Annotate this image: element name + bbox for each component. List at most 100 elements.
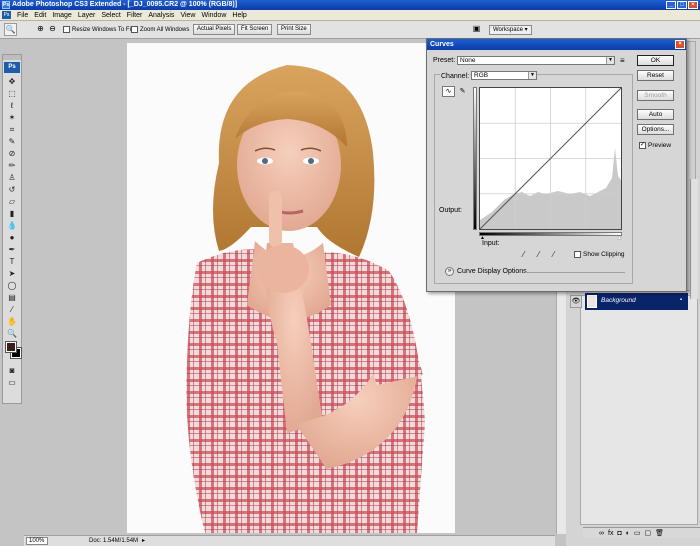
checkbox-box[interactable] <box>131 26 138 33</box>
show-clipping-checkbox[interactable]: Show Clipping <box>574 251 625 258</box>
panel-scrollbar[interactable] <box>690 179 698 299</box>
actual-pixels-button[interactable]: Actual Pixels <box>193 24 236 35</box>
maximize-button[interactable]: □ <box>677 1 687 9</box>
options-bar: 🔍 ⊕ ⊖ Resize Windows To Fit Zoom All Win… <box>0 21 700 39</box>
notes-tool-icon[interactable]: ▤ <box>6 292 18 303</box>
menu-layer[interactable]: Layer <box>75 10 99 21</box>
eyedropper-tool-icon[interactable]: ⁄ <box>6 304 18 315</box>
curves-graph[interactable] <box>479 87 622 230</box>
zoom-tool-preset-icon[interactable]: 🔍 <box>4 23 17 36</box>
reset-button[interactable]: Reset <box>637 70 674 81</box>
menu-select[interactable]: Select <box>98 10 123 21</box>
curve-point-tool-icon[interactable]: ∿ <box>442 86 455 97</box>
preset-select[interactable]: None ▼ <box>457 56 615 65</box>
resize-windows-checkbox[interactable]: Resize Windows To Fit <box>63 26 133 33</box>
toolbox-grip[interactable] <box>3 55 21 60</box>
chevron-down-icon: ▼ <box>528 72 536 79</box>
link-layers-icon[interactable]: ∞ <box>599 530 604 537</box>
curves-grid <box>479 87 622 230</box>
fit-screen-button[interactable]: Fit Screen <box>237 24 273 35</box>
black-eyedropper-icon[interactable]: ⁄ <box>523 250 524 259</box>
gray-eyedropper-icon[interactable]: ⁄ <box>538 250 539 259</box>
menu-analysis[interactable]: Analysis <box>145 10 177 21</box>
expand-options-icon[interactable]: » <box>445 267 454 276</box>
clone-stamp-icon[interactable]: ♙ <box>6 172 18 183</box>
output-gradient-bar <box>473 87 477 230</box>
zoom-all-windows-checkbox[interactable]: Zoom All Windows <box>131 26 189 33</box>
checkbox-box[interactable] <box>574 251 581 258</box>
checkbox-box-checked[interactable]: ✓ <box>639 142 646 149</box>
menu-file[interactable]: File <box>14 10 31 21</box>
curves-close-button[interactable]: × <box>675 40 685 49</box>
eraser-tool-icon[interactable]: ▱ <box>6 196 18 207</box>
close-button[interactable]: × <box>688 1 698 9</box>
preset-value: None <box>460 57 476 64</box>
status-menu-arrow-icon[interactable]: ▸ <box>142 536 145 546</box>
ps-menu-icon[interactable]: Ps <box>2 11 11 19</box>
move-tool-icon[interactable]: ✥ <box>6 76 18 87</box>
pen-tool-icon[interactable]: ✒ <box>6 244 18 255</box>
curves-title-bar[interactable]: Curves × <box>427 39 686 50</box>
new-layer-icon[interactable]: ▢ <box>645 529 652 537</box>
white-point-slider[interactable]: ▲ <box>617 235 622 241</box>
layer-style-icon[interactable]: fx <box>608 530 613 537</box>
menu-view[interactable]: View <box>177 10 198 21</box>
layers-footer: ∞ fx ◘ ◐ ▭ ▢ 🗑 <box>583 527 700 538</box>
lasso-tool-icon[interactable]: ℓ <box>6 100 18 111</box>
auto-button[interactable]: Auto <box>637 109 674 120</box>
preview-checkbox[interactable]: ✓ Preview <box>639 142 671 149</box>
zoom-out-icon[interactable]: ⊖ <box>46 23 59 36</box>
pencil-tool-icon[interactable]: ✎ <box>457 86 468 97</box>
path-selection-icon[interactable]: ➤ <box>6 268 18 279</box>
foreground-color-swatch[interactable] <box>5 341 17 353</box>
lock-icon: ▪ <box>679 297 682 303</box>
hand-tool-icon[interactable]: ✋ <box>6 316 18 327</box>
workspace-button[interactable]: Workspace ▾ <box>489 25 532 35</box>
options-divider <box>525 272 625 273</box>
smooth-button[interactable]: Smooth <box>637 90 674 101</box>
screen-mode-icon[interactable]: ▭ <box>6 377 18 388</box>
history-brush-icon[interactable]: ↺ <box>6 184 18 195</box>
workspace-icon[interactable]: ▣ <box>470 23 483 36</box>
quick-mask-icon[interactable]: ◙ <box>6 365 18 376</box>
ok-button[interactable]: OK <box>637 55 674 66</box>
options-button[interactable]: Options... <box>637 124 674 135</box>
zoom-tool-icon[interactable]: 🔍 <box>6 328 18 339</box>
zoom-level-field[interactable]: 100% <box>26 537 48 545</box>
slice-tool-icon[interactable]: ✎ <box>6 136 18 147</box>
color-swatches <box>3 341 22 363</box>
healing-brush-icon[interactable]: ⊘ <box>6 148 18 159</box>
layer-row-background[interactable]: 👁 Background ▪ <box>570 293 688 310</box>
channel-select[interactable]: RGB ▼ <box>471 71 537 80</box>
menu-window[interactable]: Window <box>198 10 229 21</box>
document-canvas[interactable] <box>127 43 455 533</box>
crop-tool-icon[interactable]: ⌗ <box>6 124 18 135</box>
new-group-icon[interactable]: ▭ <box>634 529 641 537</box>
show-clipping-label: Show Clipping <box>583 251 625 258</box>
brush-tool-icon[interactable]: ✏ <box>6 160 18 171</box>
minimize-button[interactable]: _ <box>666 1 676 9</box>
menu-edit[interactable]: Edit <box>31 10 49 21</box>
magic-wand-icon[interactable]: ✶ <box>6 112 18 123</box>
eye-icon[interactable]: 👁 <box>570 295 582 308</box>
blur-tool-icon[interactable]: 💧 <box>6 220 18 231</box>
input-label: Input: <box>482 240 500 247</box>
print-size-button[interactable]: Print Size <box>277 24 311 35</box>
layer-mask-icon[interactable]: ◘ <box>617 530 621 537</box>
curve-display-options-label[interactable]: Curve Display Options <box>457 268 527 275</box>
menu-filter[interactable]: Filter <box>124 10 146 21</box>
dodge-tool-icon[interactable]: ● <box>6 232 18 243</box>
menu-image[interactable]: Image <box>49 10 74 21</box>
marquee-tool-icon[interactable]: ⬚ <box>6 88 18 99</box>
shape-tool-icon[interactable]: ◯ <box>6 280 18 291</box>
delete-layer-icon[interactable]: 🗑 <box>655 529 664 537</box>
type-tool-icon[interactable]: T <box>6 256 18 267</box>
checkbox-box[interactable] <box>63 26 70 33</box>
white-eyedropper-icon[interactable]: ⁄ <box>553 250 554 259</box>
layer-name[interactable]: Background <box>601 297 636 304</box>
layer-thumbnail <box>587 295 597 308</box>
adjustment-layer-icon[interactable]: ◐ <box>626 530 630 537</box>
gradient-tool-icon[interactable]: ▮ <box>6 208 18 219</box>
menu-help[interactable]: Help <box>229 10 249 21</box>
preset-options-icon[interactable]: ≡ <box>620 56 625 65</box>
